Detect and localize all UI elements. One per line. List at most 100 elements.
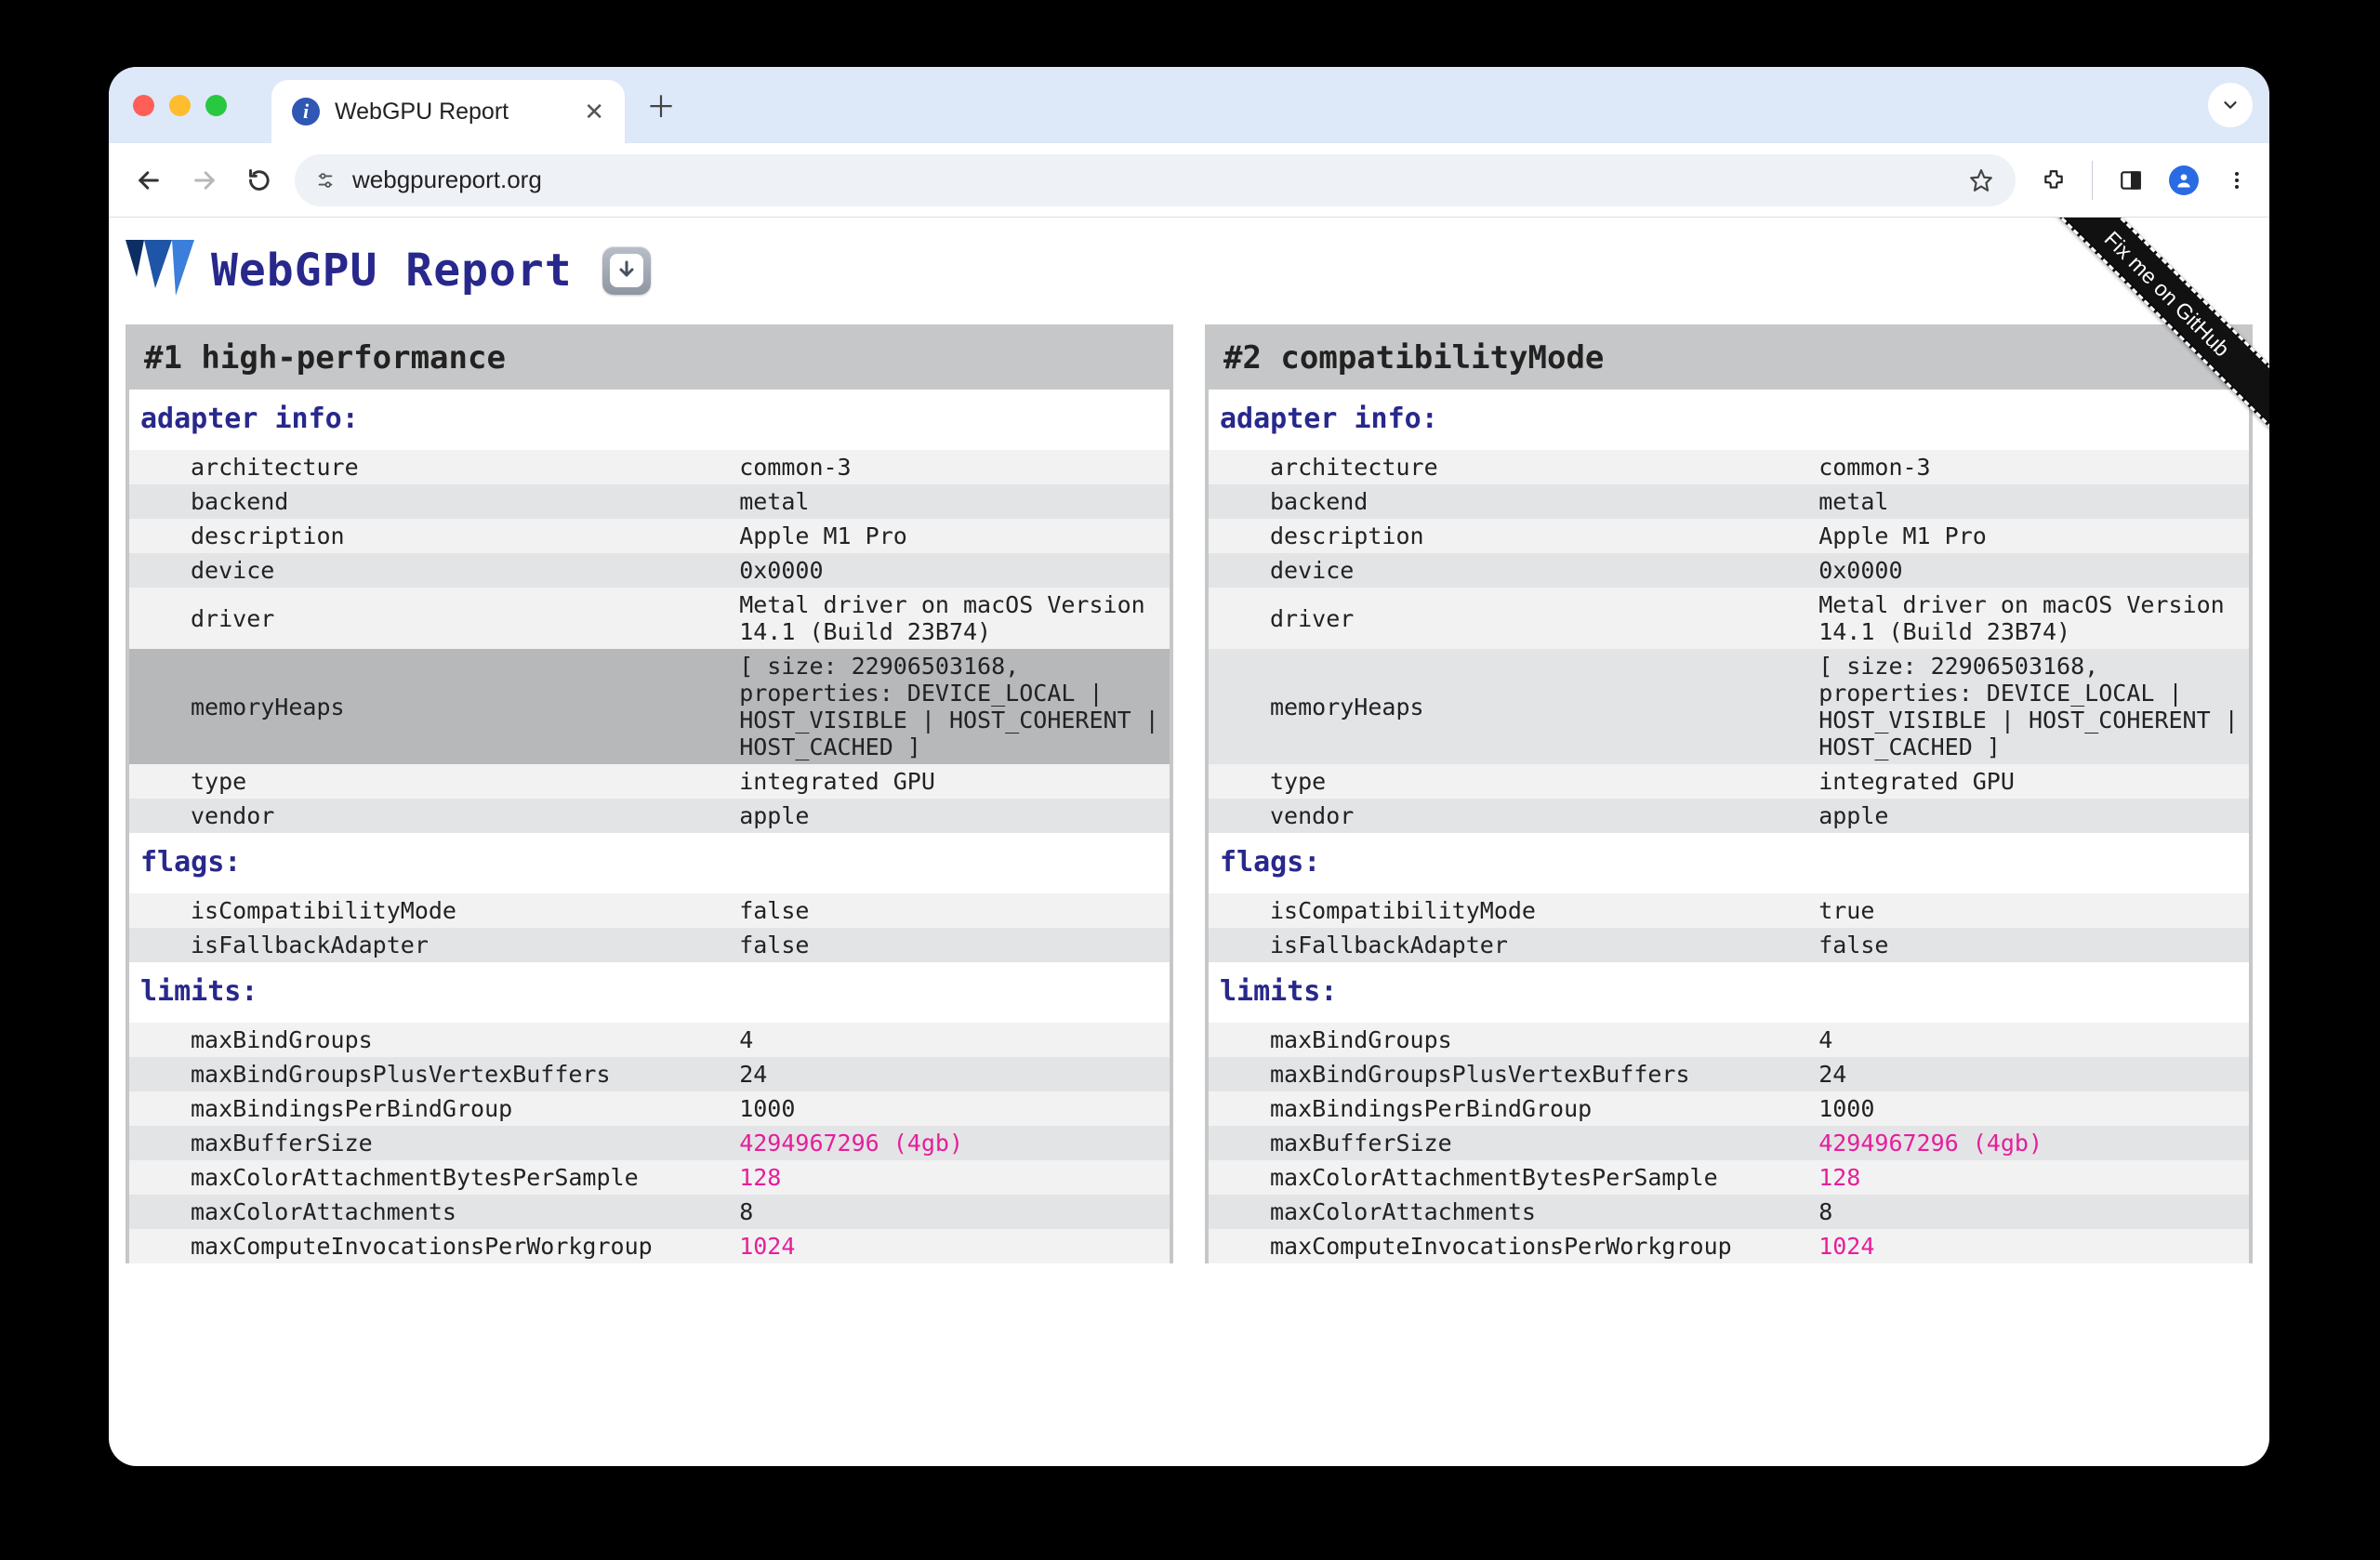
row-value: Metal driver on macOS Version 14.1 (Buil… [739,591,1166,645]
table-row[interactable]: isFallbackAdapterfalse [1209,928,2249,962]
row-key: maxComputeInvocationsPerWorkgroup [1266,1233,1813,1260]
row-value: Metal driver on macOS Version 14.1 (Buil… [1818,591,2245,645]
table-row[interactable]: vendorapple [129,799,1170,833]
back-button[interactable] [127,159,170,202]
row-key: isCompatibilityMode [187,897,734,924]
table-row[interactable]: driverMetal driver on macOS Version 14.1… [129,588,1170,649]
row-value: 1000 [739,1095,1166,1122]
row-key: maxBindGroupsPlusVertexBuffers [187,1061,734,1088]
row-value: 24 [739,1061,1166,1088]
table-row[interactable]: maxBindGroupsPlusVertexBuffers24 [129,1057,1170,1091]
page-header: WebGPU Report [126,234,2253,324]
row-key: memoryHeaps [1266,694,1813,721]
table-row[interactable]: maxBufferSize4294967296 (4gb) [1209,1126,2249,1160]
table-row[interactable]: maxComputeInvocationsPerWorkgroup1024 [129,1229,1170,1263]
table-row[interactable]: isCompatibilityModetrue [1209,893,2249,928]
download-button[interactable] [602,246,651,295]
table-row[interactable]: maxBufferSize4294967296 (4gb) [129,1126,1170,1160]
star-icon [1969,168,1993,192]
tab-strip: i WebGPU Report ✕ ＋ [109,67,2269,143]
table-row[interactable]: backendmetal [129,484,1170,519]
row-value: 4294967296 (4gb) [1818,1130,2245,1157]
site-settings-button[interactable] [315,170,336,191]
row-value: Apple M1 Pro [1818,522,2245,549]
toolbar: webgpureport.org [109,143,2269,218]
row-value: true [1818,897,2245,924]
row-key: vendor [187,802,734,829]
adapter-columns: #1 high-performanceadapter info: archite… [126,324,2253,1263]
table-row[interactable]: backendmetal [1209,484,2249,519]
table-row[interactable]: maxColorAttachments8 [1209,1195,2249,1229]
extensions-button[interactable] [2040,166,2068,194]
row-key: maxBufferSize [187,1130,734,1157]
table-row[interactable]: maxBindGroups4 [1209,1023,2249,1057]
download-icon [615,259,638,282]
tab-close-icon[interactable]: ✕ [584,98,604,126]
puzzle-icon [2042,168,2066,192]
row-key: device [187,557,734,584]
table-row[interactable]: vendorapple [1209,799,2249,833]
row-value: 1024 [1818,1233,2245,1260]
table-row[interactable]: maxColorAttachments8 [129,1195,1170,1229]
forward-button[interactable] [183,159,226,202]
table-row[interactable]: maxColorAttachmentBytesPerSample128 [1209,1160,2249,1195]
table-row[interactable]: maxComputeInvocationsPerWorkgroup1024 [1209,1229,2249,1263]
row-value: 4 [739,1026,1166,1053]
close-window-button[interactable] [133,95,154,116]
adapter-card-title: #2 compatibilityMode [1205,324,2253,390]
row-value: 8 [1818,1198,2245,1225]
row-key: memoryHeaps [187,694,734,721]
section-header: flags: [129,833,1170,893]
row-value: apple [1818,802,2245,829]
table-row[interactable]: maxBindingsPerBindGroup1000 [129,1091,1170,1126]
table-row[interactable]: driverMetal driver on macOS Version 14.1… [1209,588,2249,649]
table-row[interactable]: device0x0000 [1209,553,2249,588]
row-value: metal [1818,488,2245,515]
table-row[interactable]: descriptionApple M1 Pro [1209,519,2249,553]
table-row[interactable]: memoryHeaps[ size: 22906503168, properti… [129,649,1170,764]
bookmark-button[interactable] [1967,166,1995,194]
minimize-window-button[interactable] [169,95,191,116]
toolbar-right [2040,161,2251,200]
tab-active[interactable]: i WebGPU Report ✕ [271,80,625,143]
row-value: 0x0000 [1818,557,2245,584]
row-value: 1000 [1818,1095,2245,1122]
fullscreen-window-button[interactable] [205,95,227,116]
table-row[interactable]: maxColorAttachmentBytesPerSample128 [129,1160,1170,1195]
row-value: integrated GPU [739,768,1166,795]
table-row[interactable]: descriptionApple M1 Pro [129,519,1170,553]
row-key: driver [187,605,734,632]
section-header: limits: [1209,962,2249,1023]
profile-button[interactable] [2169,165,2199,195]
row-key: device [1266,557,1813,584]
new-tab-button[interactable]: ＋ [641,86,681,125]
page-title: WebGPU Report [211,248,573,293]
table-row[interactable]: device0x0000 [129,553,1170,588]
address-bar[interactable]: webgpureport.org [295,154,2016,206]
table-row[interactable]: typeintegrated GPU [1209,764,2249,799]
section-header: limits: [129,962,1170,1023]
menu-button[interactable] [2223,166,2251,194]
table-row[interactable]: maxBindGroups4 [129,1023,1170,1057]
row-value: 0x0000 [739,557,1166,584]
reload-icon [247,167,273,193]
url-text: webgpureport.org [352,165,542,194]
table-row[interactable]: maxBindGroupsPlusVertexBuffers24 [1209,1057,2249,1091]
table-row[interactable]: isFallbackAdapterfalse [129,928,1170,962]
side-panel-button[interactable] [2117,166,2145,194]
table-row[interactable]: architecturecommon-3 [1209,450,2249,484]
table-row[interactable]: memoryHeaps[ size: 22906503168, properti… [1209,649,2249,764]
row-value: common-3 [1818,454,2245,481]
table-row[interactable]: typeintegrated GPU [129,764,1170,799]
row-key: backend [1266,488,1813,515]
adapter-card: #1 high-performanceadapter info: archite… [126,324,1173,1263]
tabs-overflow-button[interactable] [2208,83,2253,127]
table-row[interactable]: architecturecommon-3 [129,450,1170,484]
row-value: 128 [739,1164,1166,1191]
table-row[interactable]: isCompatibilityModefalse [129,893,1170,928]
table-row[interactable]: maxBindingsPerBindGroup1000 [1209,1091,2249,1126]
row-key: maxColorAttachments [1266,1198,1813,1225]
adapter-card-title: #1 high-performance [126,324,1173,390]
row-value: apple [739,802,1166,829]
reload-button[interactable] [239,159,282,202]
